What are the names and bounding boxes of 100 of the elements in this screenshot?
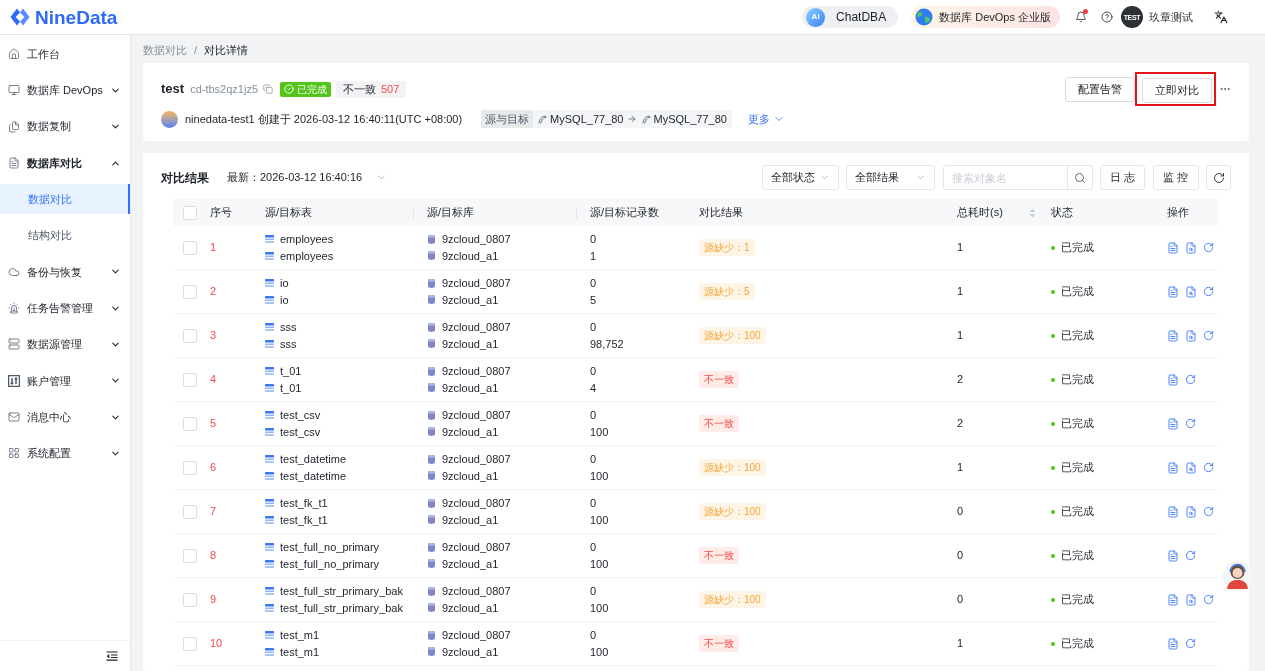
- more-link[interactable]: 更多: [747, 110, 785, 128]
- result-tag: 不一致: [699, 547, 739, 564]
- document-search-icon[interactable]: [1185, 461, 1197, 474]
- document-icon[interactable]: [1167, 593, 1179, 606]
- document-icon[interactable]: [1167, 417, 1179, 430]
- status-text: 已完成: [1061, 548, 1094, 564]
- alert-settings-button[interactable]: 配置告警: [1065, 76, 1135, 102]
- document-icon[interactable]: [1167, 373, 1179, 386]
- search-button[interactable]: [1067, 165, 1093, 190]
- row-checkbox[interactable]: [183, 636, 197, 651]
- record-count: 100: [590, 468, 609, 484]
- sidebar-item[interactable]: 任务告警管理: [0, 290, 130, 327]
- retry-icon[interactable]: [1185, 638, 1196, 649]
- collapse-menu-icon[interactable]: [106, 651, 118, 661]
- column-header: 总耗时(s): [957, 205, 1003, 221]
- row-checkbox[interactable]: [183, 548, 197, 563]
- record-count: 100: [590, 556, 609, 572]
- row-index: 4: [210, 372, 217, 388]
- table-icon: [265, 383, 274, 392]
- creator-info: ninedata-test1 创建于 2026-03-12 16:40:11(UTC +08:00): [185, 111, 463, 127]
- log-button[interactable]: 日 志: [1100, 165, 1145, 190]
- table-icon: [265, 339, 274, 348]
- sidebar-subitem[interactable]: 结构对比: [0, 220, 130, 251]
- mismatch-label: 不一致: [343, 81, 376, 97]
- retry-icon[interactable]: [1203, 594, 1214, 605]
- bell-icon[interactable]: [1075, 11, 1087, 23]
- retry-icon[interactable]: [1203, 462, 1214, 473]
- edition-button[interactable]: 数据库 DevOps 企业版: [911, 6, 1060, 28]
- retry-icon[interactable]: [1185, 418, 1196, 429]
- column-header: 源/目标库: [427, 205, 475, 221]
- document-icon[interactable]: [1167, 505, 1179, 518]
- compare-now-button[interactable]: 立即对比: [1142, 78, 1212, 103]
- retry-icon[interactable]: [1203, 242, 1214, 253]
- retry-icon[interactable]: [1203, 286, 1214, 297]
- sidebar-subitem[interactable]: 数据对比: [0, 184, 130, 215]
- row-checkbox[interactable]: [183, 416, 197, 431]
- user-name[interactable]: 玖章测试: [1149, 8, 1193, 26]
- chatdba-button[interactable]: AI ChatDBA: [802, 6, 899, 28]
- copy-icon[interactable]: [263, 84, 273, 94]
- logo-icon: [10, 8, 30, 26]
- row-checkbox[interactable]: [183, 504, 197, 519]
- sidebar-item[interactable]: 数据源管理: [0, 326, 130, 363]
- select-all-checkbox[interactable]: [183, 205, 197, 220]
- document-icon[interactable]: [1167, 549, 1179, 562]
- row-index: 2: [210, 284, 217, 300]
- row-checkbox[interactable]: [183, 284, 197, 299]
- status-text: 已完成: [1061, 240, 1094, 256]
- record-count: 0: [590, 496, 597, 511]
- sidebar-item[interactable]: 系统配置: [0, 435, 130, 472]
- row-checkbox[interactable]: [183, 460, 197, 475]
- table-name: test_full_no_primary: [280, 556, 380, 572]
- sidebar-item[interactable]: 工作台: [0, 36, 130, 73]
- row-index: 8: [210, 548, 217, 564]
- sidebar-item[interactable]: 备份与恢复: [0, 253, 130, 291]
- retry-icon[interactable]: [1203, 330, 1214, 341]
- retry-icon[interactable]: [1185, 374, 1196, 385]
- document-search-icon[interactable]: [1185, 505, 1197, 518]
- help-icon[interactable]: [1101, 11, 1113, 23]
- search-icon: [1073, 171, 1086, 184]
- target-name: MySQL_77_80: [653, 111, 727, 127]
- document-search-icon[interactable]: [1185, 593, 1197, 606]
- monitor-button[interactable]: 监 控: [1152, 165, 1199, 190]
- document-icon[interactable]: [1167, 637, 1179, 650]
- record-count: 0: [590, 364, 597, 379]
- latest-run-select[interactable]: 最新：2026-03-12 16:40:16: [227, 169, 388, 186]
- sidebar-item[interactable]: 数据库 DevOps: [0, 72, 130, 109]
- sidebar-item[interactable]: 账户管理: [0, 362, 130, 399]
- sidebar-item[interactable]: 数据复制: [0, 108, 130, 145]
- database-icon: [428, 322, 435, 332]
- document-icon[interactable]: [1167, 329, 1179, 342]
- result-filter-select[interactable]: 全部结果: [846, 165, 935, 190]
- document-icon[interactable]: [1167, 461, 1179, 474]
- document-icon[interactable]: [1167, 285, 1179, 298]
- record-count: 0: [590, 408, 597, 423]
- retry-icon[interactable]: [1203, 506, 1214, 517]
- database-icon: [428, 515, 435, 525]
- status-text: 已完成: [1061, 416, 1094, 432]
- refresh-button[interactable]: [1206, 165, 1231, 190]
- document-icon[interactable]: [1167, 241, 1179, 254]
- row-checkbox[interactable]: [183, 328, 197, 343]
- record-count: 0: [590, 452, 597, 467]
- status-filter-select[interactable]: 全部状态: [761, 165, 839, 190]
- table-icon: [265, 631, 274, 640]
- row-checkbox[interactable]: [183, 240, 197, 255]
- result-tag: 源缺少：100: [699, 327, 766, 344]
- database-name: 9zcloud_a1: [442, 512, 499, 528]
- document-search-icon[interactable]: [1185, 329, 1197, 342]
- table-icon: [265, 251, 274, 260]
- document-search-icon[interactable]: [1185, 241, 1197, 254]
- document-search-icon[interactable]: [1185, 285, 1197, 298]
- sidebar-item[interactable]: 消息中心: [0, 398, 130, 436]
- table-icon: [265, 543, 274, 552]
- database-name: 9zcloud_0807: [442, 540, 511, 555]
- result-tag: 不一致: [699, 635, 739, 652]
- duration-value: 1: [957, 460, 964, 476]
- sidebar-item[interactable]: 数据库对比: [0, 144, 130, 182]
- row-checkbox[interactable]: [183, 372, 197, 387]
- retry-icon[interactable]: [1185, 550, 1196, 561]
- row-checkbox[interactable]: [183, 592, 197, 607]
- translate-icon[interactable]: [1214, 10, 1228, 24]
